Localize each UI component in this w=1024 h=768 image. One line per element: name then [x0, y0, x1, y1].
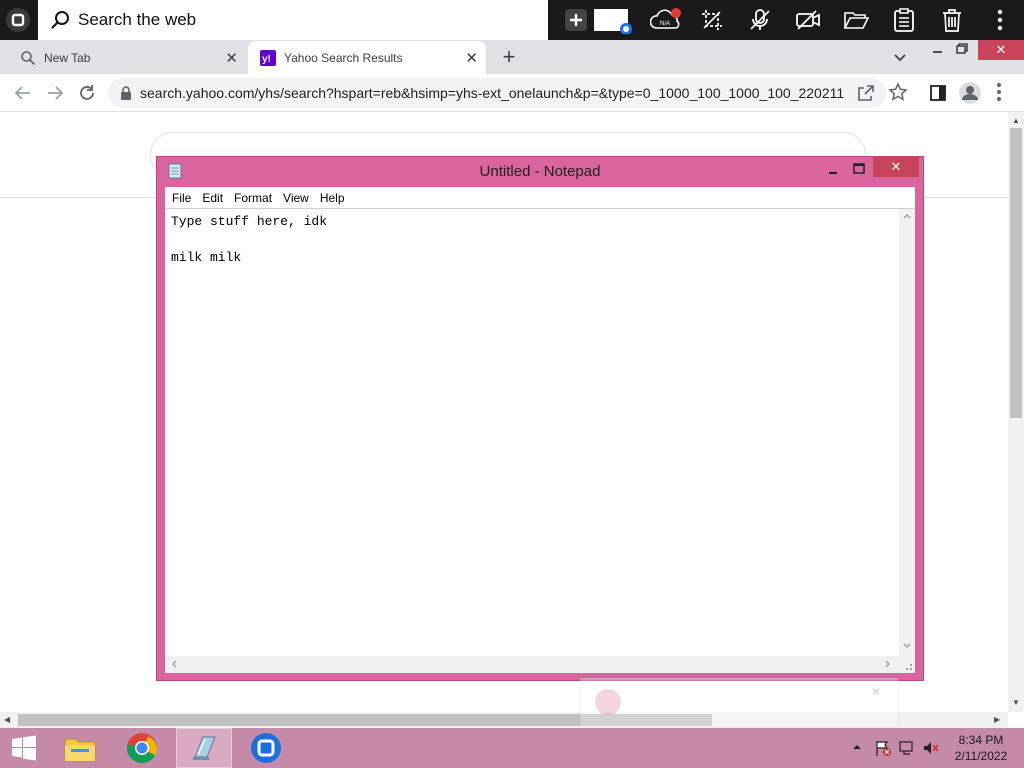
taskbar-chrome[interactable]: [114, 728, 170, 768]
yahoo-icon: y!: [260, 49, 276, 66]
chrome-icon: [126, 733, 158, 763]
window-minimize-icon[interactable]: [928, 44, 948, 58]
notepad-title: Untitled - Notepad: [479, 163, 601, 180]
clock-date: 2/11/2022: [954, 749, 1008, 763]
notification-toast[interactable]: ✕: [580, 678, 898, 728]
tab-search-chevron-icon[interactable]: [890, 47, 910, 67]
vertical-scroll-thumb[interactable]: [1010, 128, 1022, 418]
network-icon[interactable]: [898, 739, 916, 757]
bookmark-star-icon[interactable]: [888, 82, 908, 102]
screenshot-thumbnail-icon[interactable]: [594, 6, 634, 34]
cloud-status-badge: N/A: [660, 21, 670, 27]
trash-icon[interactable]: [938, 6, 966, 34]
notepad-vertical-scrollbar[interactable]: [899, 209, 915, 656]
svg-text:y!: y!: [262, 54, 271, 65]
web-search-label: Search the web: [78, 10, 197, 29]
action-center-flag-icon[interactable]: [874, 739, 892, 757]
window-restore-icon[interactable]: [954, 42, 970, 56]
browser-menu-icon[interactable]: [996, 82, 1006, 104]
tab-new-tab[interactable]: New Tab ✕: [8, 41, 246, 74]
vertical-scrollbar[interactable]: ▲ ▼: [1008, 112, 1024, 712]
search-icon: [21, 50, 36, 65]
profile-avatar-icon[interactable]: [958, 81, 982, 105]
notepad-menu-bar: File Edit Format View Help: [165, 187, 915, 208]
tab-yahoo-search[interactable]: y! Yahoo Search Results ✕: [248, 41, 486, 74]
notepad-close-button[interactable]: ✕: [873, 157, 919, 177]
notepad-text-area[interactable]: Type stuff here, idk milk milk: [165, 208, 915, 673]
taskbar-onelaunch[interactable]: [238, 728, 294, 768]
windows-logo-icon: [12, 735, 36, 761]
volume-muted-icon[interactable]: [922, 739, 940, 757]
notepad-scroll-left-icon[interactable]: [169, 659, 179, 669]
url-text[interactable]: search.yahoo.com/yhs/search?hspart=reb&h…: [140, 85, 844, 101]
web-search-box[interactable]: Search the web: [38, 0, 548, 40]
forward-arrow-icon[interactable]: [44, 82, 66, 104]
share-icon[interactable]: [856, 83, 876, 103]
notepad-window[interactable]: Untitled - Notepad ✕ File Edit Format Vi…: [156, 156, 924, 681]
taskbar-clock[interactable]: 8:34 PM 2/11/2022: [944, 732, 1018, 764]
camera-off-icon[interactable]: [794, 6, 822, 34]
clipboard-icon[interactable]: [890, 6, 918, 34]
menu-edit[interactable]: Edit: [202, 191, 223, 205]
omnibox[interactable]: search.yahoo.com/yhs/search?hspart=reb&h…: [108, 78, 886, 108]
folder-icon: [64, 738, 96, 762]
scroll-left-arrow-icon[interactable]: ◀: [4, 715, 12, 725]
notification-icon: [595, 689, 621, 715]
crop-icon[interactable]: [698, 6, 726, 34]
tray-overflow-chevron-icon[interactable]: [851, 741, 863, 753]
close-tab-icon[interactable]: ✕: [225, 49, 238, 67]
notepad-minimize-icon[interactable]: [823, 161, 843, 177]
notepad-icon: [193, 736, 216, 760]
scroll-down-arrow-icon[interactable]: ▼: [1012, 698, 1020, 707]
cloud-status-icon[interactable]: N/A: [650, 6, 684, 34]
resize-grip-icon[interactable]: [899, 656, 915, 673]
top-toolbar: Search the web N/A: [0, 0, 1024, 40]
side-panel-icon[interactable]: [928, 83, 948, 103]
back-arrow-icon[interactable]: [12, 82, 34, 104]
new-tab-button[interactable]: +: [498, 46, 520, 68]
window-close-button[interactable]: ✕: [978, 40, 1024, 60]
scroll-up-arrow-icon[interactable]: ▲: [1012, 116, 1020, 125]
add-icon[interactable]: [562, 6, 590, 34]
menu-format[interactable]: Format: [234, 191, 272, 205]
notepad-title-bar[interactable]: Untitled - Notepad ✕: [157, 157, 923, 185]
notepad-maximize-icon[interactable]: [849, 161, 869, 177]
notepad-scroll-down-icon[interactable]: [902, 641, 912, 651]
notepad-content[interactable]: Type stuff here, idk milk milk: [171, 213, 327, 267]
menu-file[interactable]: File: [172, 191, 191, 205]
reload-icon[interactable]: [76, 82, 98, 104]
scroll-right-arrow-icon[interactable]: ▶: [994, 715, 1002, 725]
onelaunch-icon: [251, 733, 281, 763]
notepad-scroll-up-icon[interactable]: [902, 211, 912, 221]
notification-close-icon[interactable]: ✕: [871, 685, 881, 699]
app-logo-icon[interactable]: [5, 7, 31, 33]
start-button[interactable]: [0, 728, 48, 768]
lock-icon: [121, 86, 131, 100]
taskbar-file-explorer[interactable]: [52, 728, 108, 768]
menu-view[interactable]: View: [283, 191, 309, 205]
tab-label: Yahoo Search Results: [284, 50, 403, 65]
taskbar-notepad[interactable]: [176, 728, 232, 768]
folder-open-icon[interactable]: [842, 6, 870, 34]
search-icon: [51, 11, 69, 29]
menu-help[interactable]: Help: [320, 191, 345, 205]
notepad-horizontal-scrollbar[interactable]: [165, 656, 899, 673]
close-tab-icon[interactable]: ✕: [465, 49, 478, 67]
tab-label: New Tab: [44, 50, 91, 65]
more-menu-icon[interactable]: [986, 6, 1014, 34]
clock-time: 8:34 PM: [958, 733, 1004, 747]
microphone-off-icon[interactable]: [746, 6, 774, 34]
notepad-scroll-right-icon[interactable]: [883, 659, 893, 669]
